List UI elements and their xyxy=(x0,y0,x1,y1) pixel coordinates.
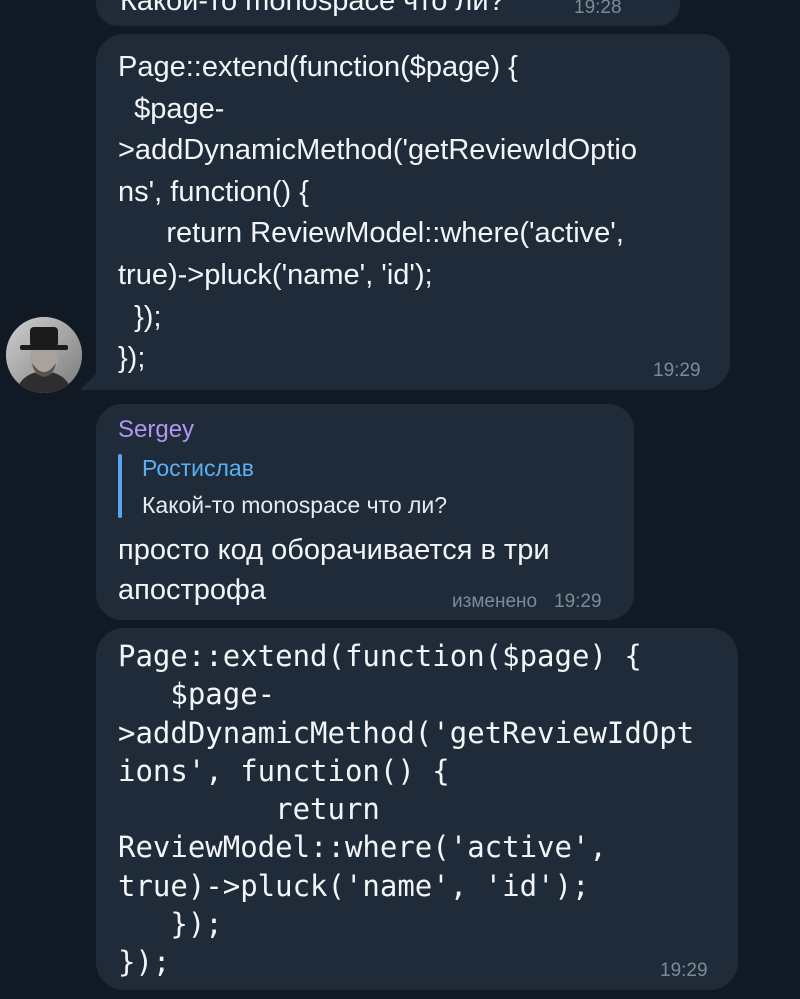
quote-accent-bar xyxy=(118,454,122,518)
message-time: 19:29 xyxy=(653,360,701,381)
message-code-text: Page::extend(function($page) { $page- >a… xyxy=(118,639,695,980)
quote-author[interactable]: Ростислав xyxy=(142,452,254,484)
quote-text[interactable]: Какой-то monospace что ли? xyxy=(142,489,447,521)
message-bubble-reply[interactable]: Sergey Ростислав Какой-то monospace что … xyxy=(96,404,634,620)
message-time: 19:29 xyxy=(554,591,602,612)
bubble-tail xyxy=(80,372,98,390)
message-edited-label: изменено xyxy=(452,591,538,612)
message-bubble-previous[interactable]: Какой-то monospace что ли? 19:28 xyxy=(96,0,680,26)
message-bubble-code[interactable]: Page::extend(function($page) { $page- >a… xyxy=(80,34,730,390)
sender-name[interactable]: Sergey xyxy=(118,414,194,446)
message-time: 19:28 xyxy=(574,0,622,18)
user-avatar-photo-icon xyxy=(6,317,82,393)
message-bubble-code-monospace[interactable]: Page::extend(function($page) { $page- >a… xyxy=(96,628,738,990)
user-avatar[interactable] xyxy=(6,317,82,393)
message-text: Какой-то monospace что ли? xyxy=(120,0,505,17)
message-code-text: Page::extend(function($page) { $page- >a… xyxy=(118,51,637,375)
chat-history: Какой-то monospace что ли? 19:28 Page::e… xyxy=(0,0,800,999)
message-text: просто код оборачивается в три апострофа xyxy=(118,534,550,606)
message-time: 19:29 xyxy=(660,960,708,981)
